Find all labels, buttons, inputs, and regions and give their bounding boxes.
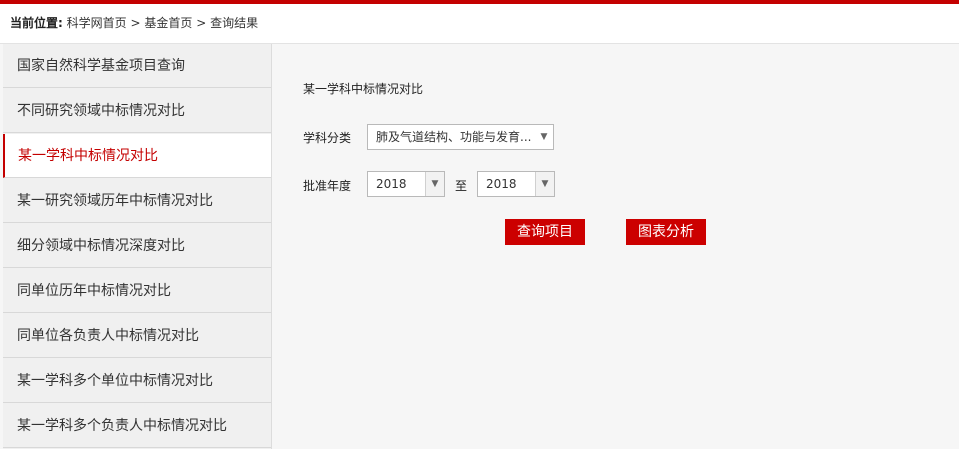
sidebar-item-subject-comparison[interactable]: 某一学科中标情况对比 bbox=[3, 134, 271, 178]
top-accent-bar bbox=[0, 0, 959, 4]
sidebar-item-subfield-deep-comparison[interactable]: 细分领域中标情况深度对比 bbox=[3, 224, 271, 268]
chart-analysis-button[interactable]: 图表分析 bbox=[626, 219, 706, 245]
sidebar-nav: 国家自然科学基金项目查询 不同研究领域中标情况对比 某一学科中标情况对比 某一研… bbox=[3, 44, 272, 449]
chevron-down-icon: ▼ bbox=[535, 172, 554, 196]
year-to-value: 2018 bbox=[486, 177, 517, 191]
subject-select[interactable]: 肺及气道结构、功能与发育... ▼ bbox=[367, 124, 554, 150]
sidebar-item-subject-multi-unit[interactable]: 某一学科多个单位中标情况对比 bbox=[3, 359, 271, 403]
sidebar-item-field-yearly-comparison[interactable]: 某一研究领域历年中标情况对比 bbox=[3, 179, 271, 223]
chevron-down-icon: ▼ bbox=[540, 132, 548, 142]
breadcrumb-label: 当前位置: bbox=[10, 16, 63, 30]
year-from-select[interactable]: 2018 ▼ bbox=[367, 171, 445, 197]
sidebar-item-project-query[interactable]: 国家自然科学基金项目查询 bbox=[3, 44, 271, 88]
chevron-down-icon: ▼ bbox=[425, 172, 444, 196]
sidebar-item-unit-yearly-comparison[interactable]: 同单位历年中标情况对比 bbox=[3, 269, 271, 313]
breadcrumb-current: 查询结果 bbox=[210, 16, 259, 30]
subject-select-value: 肺及气道结构、功能与发育... bbox=[376, 130, 532, 144]
breadcrumb-link-home[interactable]: 科学网首页 bbox=[67, 16, 127, 30]
year-range-separator: 至 bbox=[455, 179, 468, 193]
breadcrumb-separator: > bbox=[130, 16, 141, 30]
subject-label: 学科分类 bbox=[303, 131, 352, 145]
query-projects-button[interactable]: 查询项目 bbox=[505, 219, 585, 245]
breadcrumb-separator: > bbox=[196, 16, 207, 30]
year-from-value: 2018 bbox=[376, 177, 407, 191]
sidebar-item-unit-leader-comparison[interactable]: 同单位各负责人中标情况对比 bbox=[3, 314, 271, 358]
sidebar-item-subject-multi-leader[interactable]: 某一学科多个负责人中标情况对比 bbox=[3, 404, 271, 448]
year-label: 批准年度 bbox=[303, 179, 352, 193]
breadcrumb-link-fund[interactable]: 基金首页 bbox=[144, 16, 192, 30]
sidebar-item-field-comparison[interactable]: 不同研究领域中标情况对比 bbox=[3, 89, 271, 133]
year-to-select[interactable]: 2018 ▼ bbox=[477, 171, 555, 197]
panel-title: 某一学科中标情况对比 bbox=[303, 82, 424, 96]
breadcrumb: 当前位置: 科学网首页 > 基金首页 > 查询结果 bbox=[10, 14, 258, 31]
